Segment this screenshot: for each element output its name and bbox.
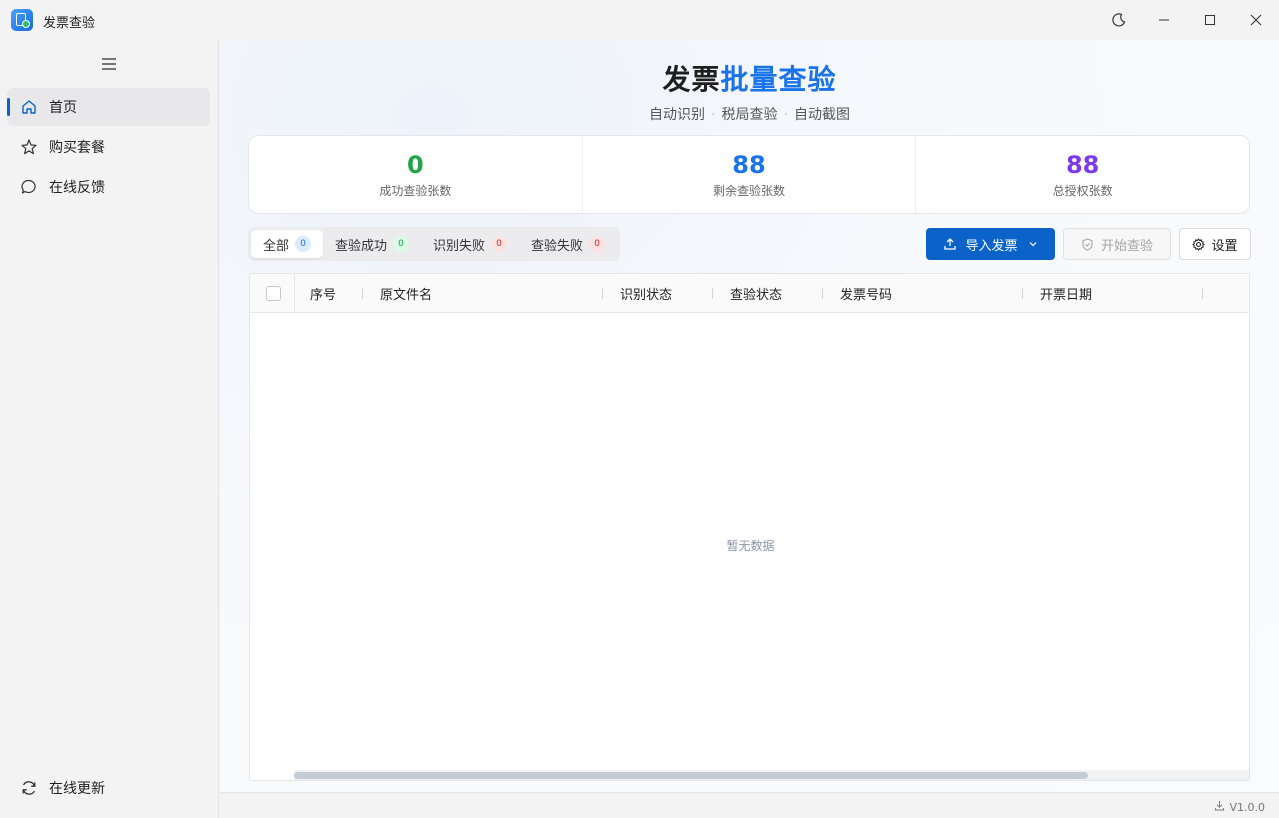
tab-verify-failed[interactable]: 查验失败 0 — [519, 230, 617, 258]
count-badge: 0 — [589, 236, 606, 252]
hamburger-icon — [102, 58, 116, 70]
status-bar: V1.0.0 — [220, 792, 1279, 818]
window-title: 发票查验 — [43, 16, 96, 31]
stat-label: 总授权张数 — [1052, 184, 1113, 198]
version-info: V1.0.0 — [1214, 800, 1265, 814]
filter-tabs: 全部 0 查验成功 0 识别失败 0 查验失败 0 — [248, 227, 621, 261]
feature-list: 自动识别 · 税局查验 · 自动截图 — [649, 107, 850, 123]
menu-toggle-button[interactable] — [99, 56, 119, 72]
tab-label: 查验失败 — [531, 238, 584, 254]
home-icon — [20, 98, 38, 116]
sidebar-item-label: 首页 — [49, 100, 77, 116]
upload-icon — [943, 237, 957, 251]
close-icon — [1250, 14, 1262, 26]
sidebar-item-feedback[interactable]: 在线反馈 — [7, 168, 210, 206]
sidebar: 首页 购买套餐 在线反馈 在线更新 — [0, 40, 219, 818]
tab-recognize-failed[interactable]: 识别失败 0 — [421, 230, 519, 258]
page-title: 发票批量查验 — [220, 58, 1279, 98]
sidebar-item-label: 购买套餐 — [49, 140, 105, 156]
stat-success: 0 成功查验张数 — [249, 136, 583, 213]
column-header-issue-date[interactable]: 开票日期 — [1040, 274, 1092, 313]
import-label: 导入发票 — [965, 238, 1018, 254]
title-text: 发票 — [662, 63, 721, 96]
settings-button[interactable]: 设置 — [1179, 228, 1251, 260]
close-button[interactable] — [1233, 0, 1279, 40]
stat-label: 成功查验张数 — [379, 184, 452, 198]
column-header-invoice-number[interactable]: 发票号码 — [840, 274, 892, 313]
select-all-checkbox[interactable] — [266, 286, 281, 301]
feature-item: 税局查验 — [721, 107, 778, 123]
invoice-table: 序号 原文件名 识别状态 查验状态 发票号码 开票日期 暂无数据 — [249, 273, 1250, 781]
sidebar-item-home[interactable]: 首页 — [7, 88, 210, 126]
feature-item: 自动识别 — [649, 107, 706, 123]
chat-bubble-icon — [20, 178, 38, 196]
tab-verify-success[interactable]: 查验成功 0 — [323, 230, 421, 258]
main-content: 发票批量查验 自动识别 · 税局查验 · 自动截图 0 成功查验张数 88 剩余查验张数… — [220, 40, 1279, 792]
maximize-button[interactable] — [1187, 0, 1233, 40]
shield-check-icon — [1081, 237, 1094, 251]
count-badge: 0 — [393, 236, 410, 252]
stats-card: 0 成功查验张数 88 剩余查验张数 88 总授权张数 — [248, 135, 1250, 214]
sidebar-item-label: 在线反馈 — [49, 180, 105, 196]
tab-all[interactable]: 全部 0 — [251, 230, 324, 258]
count-badge: 0 — [295, 236, 312, 252]
horizontal-scrollbar[interactable] — [294, 772, 1088, 779]
stat-value: 0 — [406, 151, 424, 179]
settings-label: 设置 — [1211, 238, 1238, 254]
minimize-button[interactable] — [1141, 0, 1187, 40]
start-verify-button[interactable]: 开始查验 — [1063, 228, 1171, 260]
moon-icon — [1112, 13, 1126, 27]
tab-label: 查验成功 — [335, 238, 388, 254]
tab-label: 全部 — [263, 238, 290, 254]
stat-value: 88 — [1065, 151, 1100, 179]
chevron-down-icon — [1028, 239, 1038, 249]
refresh-icon — [20, 779, 38, 797]
title-highlight-text: 批量查验 — [720, 63, 837, 96]
tab-label: 识别失败 — [433, 238, 486, 254]
start-label: 开始查验 — [1100, 238, 1153, 254]
sidebar-item-update[interactable]: 在线更新 — [7, 769, 210, 807]
column-header-index[interactable]: 序号 — [310, 274, 336, 313]
count-badge: 0 — [491, 236, 508, 252]
star-icon — [20, 138, 38, 156]
stat-value: 88 — [732, 151, 766, 179]
empty-state-text: 暂无数据 — [726, 539, 775, 553]
theme-toggle-button[interactable] — [1096, 0, 1142, 40]
title-bar: 发票查验 — [0, 0, 1279, 40]
gear-icon — [1192, 237, 1206, 251]
stat-label: 剩余查验张数 — [713, 184, 786, 198]
minimize-icon — [1159, 19, 1169, 21]
sidebar-item-purchase[interactable]: 购买套餐 — [7, 128, 210, 166]
sidebar-item-label: 在线更新 — [49, 781, 105, 797]
import-invoice-button[interactable]: 导入发票 — [926, 228, 1055, 260]
download-icon — [1214, 800, 1225, 814]
column-header-recognize-status[interactable]: 识别状态 — [620, 274, 672, 313]
column-header-verify-status[interactable]: 查验状态 — [730, 274, 782, 313]
maximize-icon — [1205, 15, 1215, 25]
stat-total: 88 总授权张数 — [916, 136, 1249, 213]
feature-item: 自动截图 — [793, 107, 850, 123]
stat-remaining: 88 剩余查验张数 — [583, 136, 917, 213]
table-header: 序号 原文件名 识别状态 查验状态 发票号码 开票日期 — [250, 274, 1249, 313]
app-logo-icon — [11, 9, 33, 31]
column-header-filename[interactable]: 原文件名 — [380, 274, 432, 313]
version-label: V1.0.0 — [1229, 800, 1265, 814]
